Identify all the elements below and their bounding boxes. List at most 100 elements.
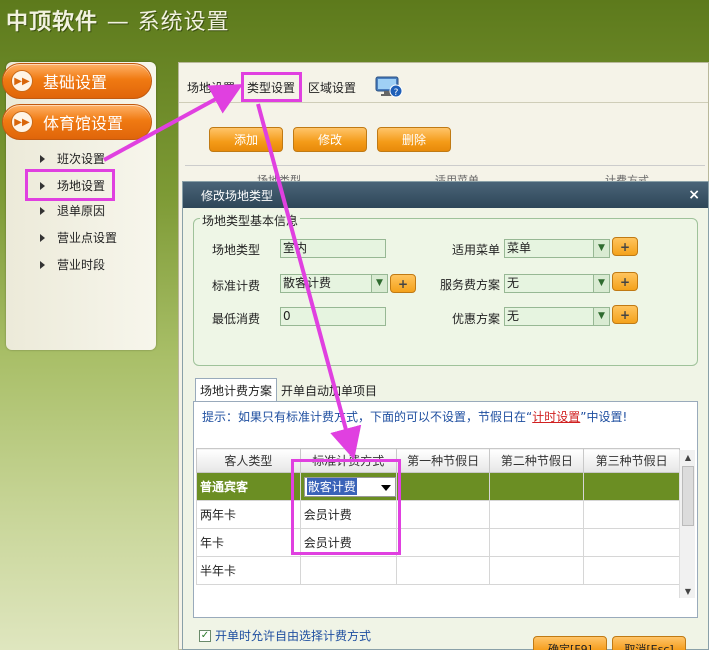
guest-type-cell: 两年卡 <box>196 500 301 529</box>
app-subtitle: — 系统设置 <box>106 10 230 35</box>
basic-info-group: 场地类型基本信息 场地类型 室内 标准计费 散客计费 ▼ + 最低消费 0 适用… <box>193 212 698 366</box>
table-row[interactable]: 年卡 会员计费 <box>196 528 680 557</box>
sidebar-item-label: 营业时段 <box>57 258 106 272</box>
chevron-down-icon[interactable]: ▼ <box>371 275 387 292</box>
sidebar-item-refund-reasons[interactable]: 退单原因 <box>40 202 105 219</box>
select-value: 菜单 <box>507 241 532 255</box>
play-icon: ▶▶ <box>11 111 33 133</box>
tab-venue-billing[interactable]: 场地计费方案 <box>195 378 278 402</box>
holiday-cell[interactable] <box>395 472 491 501</box>
discount-select[interactable]: 无 ▼ <box>504 307 610 326</box>
add-billing-button[interactable]: + <box>390 274 416 293</box>
menu-select[interactable]: 菜单 ▼ <box>504 239 610 258</box>
add-discount-button[interactable]: + <box>612 305 638 324</box>
nav-button-label: 体育馆设置 <box>43 114 124 133</box>
guest-type-cell: 普通宾客 <box>196 472 301 501</box>
nav-basic-settings-button[interactable]: ▶▶ 基础设置 <box>2 63 152 99</box>
basic-info-legend: 场地类型基本信息 <box>200 212 301 229</box>
sidebar-item-outlets[interactable]: 营业点设置 <box>40 229 117 246</box>
vertical-scrollbar[interactable]: ▲ ▼ <box>679 450 695 598</box>
tab-area-settings[interactable]: 区域设置 <box>308 79 356 96</box>
checkbox-label: 开单时允许自由选择计费方式 <box>215 629 372 643</box>
table-row[interactable]: 两年卡 会员计费 <box>196 500 680 529</box>
chevron-down-icon[interactable]: ▼ <box>593 240 609 257</box>
tab-auto-add-items[interactable]: 开单自动加单项目 <box>277 378 381 402</box>
sidebar-item-label: 退单原因 <box>57 204 106 218</box>
annotation-box-type-tab <box>241 72 302 102</box>
service-fee-select[interactable]: 无 ▼ <box>504 274 610 293</box>
add-service-fee-button[interactable]: + <box>612 272 638 291</box>
venue-type-input[interactable]: 室内 <box>280 239 386 258</box>
guest-type-cell: 年卡 <box>196 528 301 557</box>
tip-after: ”中设置! <box>580 410 628 424</box>
billing-grid: 客人类型 标准计费方式 第一种节假日 第二种节假日 第三种节假日 普通宾客 散客… <box>196 448 680 585</box>
discount-label: 优惠方案 <box>451 312 500 326</box>
scroll-up-icon[interactable]: ▲ <box>680 450 696 464</box>
annotation-box-billing-dropdown <box>291 459 401 555</box>
triangle-right-icon <box>40 233 45 242</box>
edit-button[interactable]: 修改 <box>293 127 367 152</box>
holiday-cell[interactable] <box>583 472 680 501</box>
minimum-spend-label: 最低消费 <box>211 312 260 326</box>
tab-venue-settings[interactable]: 场地设置 <box>187 79 235 96</box>
checkbox[interactable]: ✓ <box>199 629 211 642</box>
nav-stadium-settings-button[interactable]: ▶▶ 体育馆设置 <box>2 104 152 140</box>
table-row[interactable]: 半年卡 <box>196 556 680 585</box>
col-guest-type[interactable]: 客人类型 <box>196 448 301 473</box>
holiday-cell[interactable] <box>583 500 680 529</box>
col-holiday-3[interactable]: 第三种节假日 <box>583 448 680 473</box>
monitor-help-icon[interactable]: ? <box>375 76 403 98</box>
holiday-cell[interactable] <box>489 472 585 501</box>
free-billing-checkbox-row[interactable]: ✓ 开单时允许自由选择计费方式 <box>199 627 371 644</box>
close-icon[interactable]: × <box>688 187 700 203</box>
sidebar-item-label: 营业点设置 <box>57 231 118 245</box>
dialog-title: 修改场地类型 <box>201 188 274 203</box>
chevron-down-icon[interactable]: ▼ <box>593 275 609 292</box>
holiday-cell[interactable] <box>489 500 585 529</box>
cancel-button[interactable]: 取消[Esc] <box>612 636 686 650</box>
add-menu-button[interactable]: + <box>612 237 638 256</box>
chevron-down-icon[interactable]: ▼ <box>593 308 609 325</box>
nav-button-label: 基础设置 <box>43 73 108 92</box>
scroll-thumb[interactable] <box>682 466 694 526</box>
app-title: 中顶软件 — 系统设置 <box>6 4 230 36</box>
select-value: 无 <box>507 276 520 290</box>
minimum-spend-input[interactable]: 0 <box>280 307 386 326</box>
dialog-body: 场地类型基本信息 场地类型 室内 标准计费 散客计费 ▼ + 最低消费 0 适用… <box>183 208 708 650</box>
app-name: 中顶软件 <box>6 10 99 35</box>
holiday-cell[interactable] <box>489 528 585 557</box>
svg-text:?: ? <box>394 88 399 98</box>
dialog-titlebar: 修改场地类型 × <box>183 182 708 208</box>
col-holiday-2[interactable]: 第二种节假日 <box>489 448 585 473</box>
timing-settings-link[interactable]: 计时设置 <box>532 410 580 424</box>
venue-type-label: 场地类型 <box>211 243 260 257</box>
triangle-right-icon <box>40 260 45 269</box>
add-button[interactable]: 添加 <box>209 127 283 152</box>
sidebar-item-label: 班次设置 <box>57 152 106 166</box>
play-icon: ▶▶ <box>11 70 33 92</box>
holiday-cell[interactable] <box>489 556 585 585</box>
select-value: 无 <box>507 309 520 323</box>
triangle-right-icon <box>40 206 45 215</box>
table-row[interactable]: 普通宾客 散客计费 <box>196 472 680 501</box>
holiday-cell[interactable] <box>395 500 491 529</box>
standard-billing-select[interactable]: 散客计费 ▼ <box>280 274 388 293</box>
holiday-cell[interactable] <box>583 528 680 557</box>
scroll-down-icon[interactable]: ▼ <box>680 584 696 598</box>
billing-cell[interactable] <box>299 556 397 585</box>
guest-type-cell: 半年卡 <box>196 556 301 585</box>
holiday-cell[interactable] <box>583 556 680 585</box>
sidebar-item-business-hours[interactable]: 营业时段 <box>40 256 105 273</box>
holiday-cell[interactable] <box>395 556 491 585</box>
tip-before: 提示：如果只有标准计费方式，下面的可以不设置，节假日在“ <box>202 410 533 424</box>
sidebar-item-shifts[interactable]: 班次设置 <box>40 150 105 167</box>
menu-label: 适用菜单 <box>451 243 500 257</box>
ok-button[interactable]: 确定[F9] <box>533 636 607 650</box>
select-value: 散客计费 <box>283 276 332 290</box>
triangle-right-icon <box>40 154 45 163</box>
tip-text: 提示：如果只有标准计费方式，下面的可以不设置，节假日在“计时设置”中设置! <box>202 408 627 425</box>
delete-button[interactable]: 删除 <box>377 127 451 152</box>
standard-billing-label: 标准计费 <box>211 279 260 293</box>
holiday-cell[interactable] <box>395 528 491 557</box>
col-holiday-1[interactable]: 第一种节假日 <box>395 448 491 473</box>
